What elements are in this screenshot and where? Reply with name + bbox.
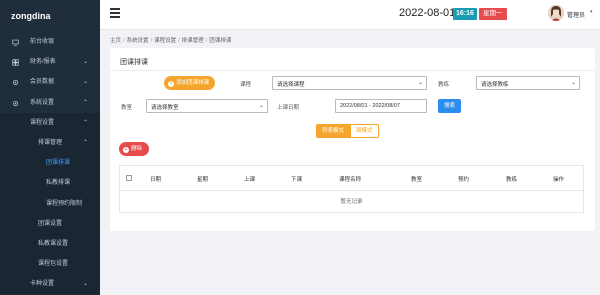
- sidebar-item-label: 系统设置: [30, 99, 55, 106]
- sidebar-item-label: 卡种设置: [30, 281, 55, 288]
- select-all-checkbox[interactable]: [126, 175, 132, 181]
- breadcrumb-separator: /: [205, 38, 208, 44]
- coach-label: 教练: [438, 82, 450, 88]
- room-select[interactable]: 请选择教室 ⌄: [146, 99, 268, 113]
- sidebar: zongdina 前台收银 财务/报表 ⌄ 会员数据 ⌄ 系统设置 ⌃ 课程设置…: [0, 0, 100, 295]
- chevron-down-icon: ⌄: [82, 79, 88, 86]
- breadcrumb-separator: /: [178, 38, 180, 44]
- room-select-value: 请选择教室: [151, 105, 179, 111]
- breadcrumb: 主页 / 系统设置 / 课程设置 / 排课管理 / 团课排课: [110, 36, 231, 44]
- sidebar-item-schedule-management[interactable]: 排课管理 ⌃: [0, 132, 100, 154]
- add-button-label: 添加团课排课: [176, 80, 210, 86]
- list-mode-button[interactable]: 列表模式: [316, 124, 351, 138]
- sidebar-item-course-settings[interactable]: 课程设置 ⌃: [0, 112, 100, 133]
- course-select-value: 请选择课程: [277, 82, 305, 88]
- sidebar-item-group-settings[interactable]: 团课设置: [0, 213, 100, 234]
- sidebar-item-booking-limits[interactable]: 课程预约限制: [0, 193, 100, 214]
- sidebar-item-label: 课程预约限制: [46, 200, 83, 207]
- grid-icon: [12, 59, 19, 66]
- sidebar-item-cashier[interactable]: 前台收银: [0, 32, 100, 52]
- search-button[interactable]: 搜索: [438, 99, 462, 113]
- column-header-actions: 操作: [553, 177, 565, 183]
- sidebar-item-label: 私教排课: [46, 180, 71, 187]
- chevron-down-icon: ⌄: [570, 80, 576, 86]
- sidebar-item-label: 私教课设置: [38, 240, 69, 247]
- breadcrumb-separator: /: [123, 38, 125, 44]
- delete-button[interactable]: × 删除: [119, 142, 150, 156]
- gear-icon: [12, 100, 19, 106]
- avatar[interactable]: [548, 5, 564, 21]
- current-date: 2022-08-01: [399, 7, 456, 19]
- gear-icon: [12, 80, 19, 86]
- empty-state: 暂无记录: [340, 199, 363, 205]
- chevron-up-icon: ⌃: [82, 139, 88, 146]
- date-range-input[interactable]: 2022/08/01 - 2022/08/07: [335, 99, 427, 113]
- column-header-booking: 预约: [458, 177, 470, 183]
- top-bar: 2022-08-01 16:16 星期一 管理员 ▾: [100, 0, 600, 30]
- app-logo: zongdina: [11, 11, 51, 21]
- sidebar-item-label: 团课设置: [38, 220, 63, 227]
- column-header-course-name: 课程名称: [339, 177, 362, 183]
- menu-toggle-icon[interactable]: [110, 8, 120, 18]
- sidebar-item-system-settings[interactable]: 系统设置 ⌃: [0, 93, 100, 113]
- breadcrumb-schedule[interactable]: 排课管理: [182, 38, 204, 44]
- chevron-down-icon: ⌄: [82, 59, 88, 66]
- column-header-coach: 教练: [506, 177, 518, 183]
- week-mode-button[interactable]: 周模式: [350, 124, 379, 138]
- breadcrumb-course[interactable]: 课程设置: [154, 38, 176, 44]
- avatar-image: [548, 5, 564, 21]
- view-mode-toggle: 列表模式 周模式: [316, 124, 379, 138]
- sidebar-item-label: 排课管理: [38, 139, 63, 146]
- sidebar-item-label: 会员数据: [30, 79, 55, 86]
- weekday-badge: 星期一: [479, 8, 507, 20]
- delete-button-label: 删除: [131, 146, 143, 152]
- sidebar-item-group-schedule[interactable]: 团课排课: [0, 153, 100, 174]
- breadcrumb-home[interactable]: 主页: [110, 38, 121, 44]
- sidebar-item-card-settings[interactable]: 卡种设置 ⌄: [0, 274, 100, 295]
- column-header-room: 教室: [411, 177, 423, 183]
- sidebar-item-finance[interactable]: 财务/报表 ⌄: [0, 52, 100, 72]
- coach-select[interactable]: 请选择教练 ⌄: [476, 76, 580, 90]
- sidebar-item-private-settings[interactable]: 私教课设置: [0, 233, 100, 255]
- breadcrumb-separator: /: [150, 38, 153, 44]
- caret-down-icon[interactable]: ▾: [590, 9, 593, 15]
- close-icon: ×: [123, 147, 129, 153]
- table-header: 日期 星期 上课 下课 课程名称 教室 预约 教练 操作: [120, 166, 583, 191]
- divider: [110, 70, 595, 71]
- column-header-date: 日期: [150, 177, 162, 183]
- chevron-down-icon: ⌄: [258, 103, 264, 109]
- sidebar-item-package-settings[interactable]: 课程包设置: [0, 254, 100, 275]
- chevron-down-icon: ⌄: [82, 281, 88, 288]
- sidebar-item-label: 课程包设置: [38, 261, 69, 268]
- course-select[interactable]: 请选择课程 ⌄: [272, 76, 427, 90]
- sidebar-item-private-schedule[interactable]: 私教排课: [0, 173, 100, 194]
- chevron-up-icon: ⌃: [82, 119, 88, 126]
- date-label: 上课日期: [277, 105, 300, 111]
- column-header-end: 下课: [291, 177, 303, 183]
- sidebar-item-label: 财务/报表: [30, 59, 56, 66]
- schedule-table: 日期 星期 上课 下课 课程名称 教室 预约 教练 操作 暂无记录: [119, 165, 584, 213]
- chevron-up-icon: ⌃: [82, 99, 88, 106]
- date-range-value: 2022/08/01 - 2022/08/07: [340, 103, 400, 109]
- sidebar-item-members[interactable]: 会员数据 ⌄: [0, 72, 100, 92]
- page-title: 团课排课: [120, 59, 148, 66]
- column-header-start: 上课: [244, 177, 256, 183]
- plus-icon: +: [168, 81, 174, 87]
- sidebar-item-label: 课程设置: [30, 119, 55, 126]
- chevron-down-icon: ⌄: [417, 80, 423, 86]
- column-header-weekday: 星期: [197, 177, 209, 183]
- sidebar-item-label: 前台收银: [30, 39, 55, 45]
- username[interactable]: 管理员: [567, 10, 585, 19]
- add-group-schedule-button[interactable]: + 添加团课排课: [164, 76, 216, 90]
- monitor-icon: [12, 39, 19, 46]
- coach-select-value: 请选择教练: [481, 82, 509, 88]
- breadcrumb-system[interactable]: 系统设置: [127, 38, 149, 44]
- breadcrumb-current: 团课排课: [209, 38, 232, 44]
- time-badge: 16:16: [453, 8, 477, 20]
- course-label: 课程: [240, 82, 252, 88]
- room-label: 教室: [121, 105, 133, 111]
- sidebar-item-label: 团课排课: [46, 160, 71, 167]
